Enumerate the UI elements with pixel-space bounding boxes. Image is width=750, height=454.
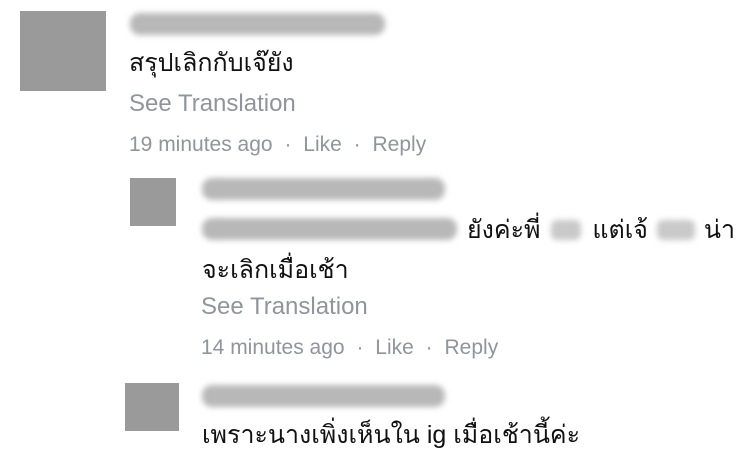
commenter-name-redacted[interactable] (202, 385, 445, 407)
name-redacted (656, 220, 695, 241)
reply-link[interactable]: Reply (445, 336, 499, 359)
avatar[interactable] (125, 383, 179, 431)
name-redacted (551, 220, 582, 241)
commenter-name-redacted[interactable] (202, 178, 445, 200)
comment-meta: 19 minutes ago · Like · Reply (129, 131, 426, 159)
avatar[interactable] (20, 11, 106, 91)
reply-text-segment: น่า (703, 216, 735, 245)
mention-redacted[interactable] (202, 218, 457, 240)
see-translation-link[interactable]: See Translation (201, 292, 368, 322)
like-link[interactable]: Like (303, 133, 342, 156)
separator-dot: · (353, 133, 361, 156)
reply-link[interactable]: Reply (373, 133, 427, 156)
reply-text-line1: ยังค่ะพี่ แต่เจ้ น่า (467, 212, 735, 247)
reply-text-segment: ยังค่ะพี่ (467, 216, 541, 245)
reply-text: เพราะนางเพิ่งเห็นใน ig เมื่อเช้านี้ค่ะ (202, 421, 581, 449)
timestamp: 14 minutes ago (201, 336, 345, 359)
reply-text-segment: แต่เจ้ (592, 216, 648, 245)
separator-dot: · (284, 133, 292, 156)
reply-text-line2: จะเลิกเมื่อเช้า (202, 256, 349, 284)
timestamp: 19 minutes ago (129, 133, 273, 156)
like-link[interactable]: Like (375, 336, 414, 359)
comment-text: สรุปเลิกกับเจ๊ยัง (129, 49, 294, 77)
comment-meta: 14 minutes ago · Like · Reply (201, 334, 498, 362)
separator-dot: · (356, 336, 364, 359)
see-translation-link[interactable]: See Translation (129, 89, 296, 119)
separator-dot: · (425, 336, 433, 359)
avatar[interactable] (130, 178, 176, 226)
commenter-name-redacted[interactable] (130, 13, 385, 35)
